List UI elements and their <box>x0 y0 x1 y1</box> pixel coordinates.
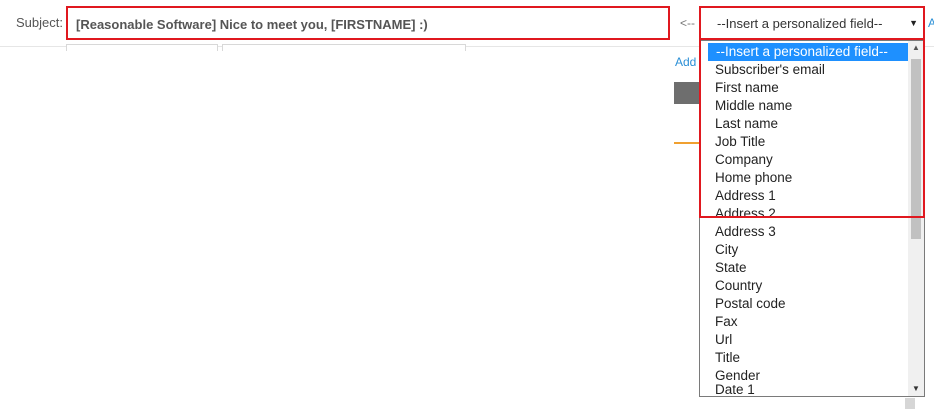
option-middle-name[interactable]: Middle name <box>715 97 792 115</box>
option-address-1[interactable]: Address 1 <box>715 187 776 205</box>
page-scrollbar[interactable] <box>905 398 915 409</box>
scroll-down-icon[interactable]: ▼ <box>912 384 920 393</box>
option-city[interactable]: City <box>715 241 738 259</box>
partial-link[interactable]: A <box>928 16 934 30</box>
personalized-field-select-value: --Insert a personalized field-- <box>717 16 883 31</box>
option-address-2[interactable]: Address 2 <box>715 205 776 223</box>
option-url[interactable]: Url <box>715 331 732 349</box>
option-subscriber-email[interactable]: Subscriber's email <box>715 61 825 79</box>
option-fax[interactable]: Fax <box>715 313 738 331</box>
chevron-down-icon: ▼ <box>909 18 918 28</box>
option-first-name[interactable]: First name <box>715 79 779 97</box>
add-link[interactable]: Add <box>675 55 696 69</box>
personalized-field-dropdown[interactable]: --Insert a personalized field-- Subscrib… <box>699 40 925 397</box>
accent-underline <box>674 142 699 144</box>
hidden-field-1[interactable] <box>66 44 218 51</box>
option-job-title[interactable]: Job Title <box>715 133 765 151</box>
option-address-3[interactable]: Address 3 <box>715 223 776 241</box>
option-last-name[interactable]: Last name <box>715 115 778 133</box>
personalized-field-select[interactable]: --Insert a personalized field-- ▼ <box>699 6 925 40</box>
hidden-field-2[interactable] <box>222 44 466 51</box>
dark-tab[interactable] <box>674 82 699 104</box>
insert-arrow-hint: <-- <box>680 16 695 30</box>
scrollbar-thumb[interactable] <box>911 59 921 239</box>
scroll-up-icon[interactable]: ▲ <box>912 43 920 52</box>
subject-label: Subject: <box>16 15 63 30</box>
option-home-phone[interactable]: Home phone <box>715 169 792 187</box>
option-date-1[interactable]: Date 1 <box>715 381 755 399</box>
dropdown-scrollbar[interactable]: ▲ ▼ <box>908 41 924 396</box>
option-insert-personalized-field[interactable]: --Insert a personalized field-- <box>708 43 914 61</box>
option-state[interactable]: State <box>715 259 747 277</box>
option-country[interactable]: Country <box>715 277 762 295</box>
subject-input[interactable]: [Reasonable Software] Nice to meet you, … <box>66 6 670 40</box>
option-postal-code[interactable]: Postal code <box>715 295 786 313</box>
option-title[interactable]: Title <box>715 349 740 367</box>
option-company[interactable]: Company <box>715 151 773 169</box>
